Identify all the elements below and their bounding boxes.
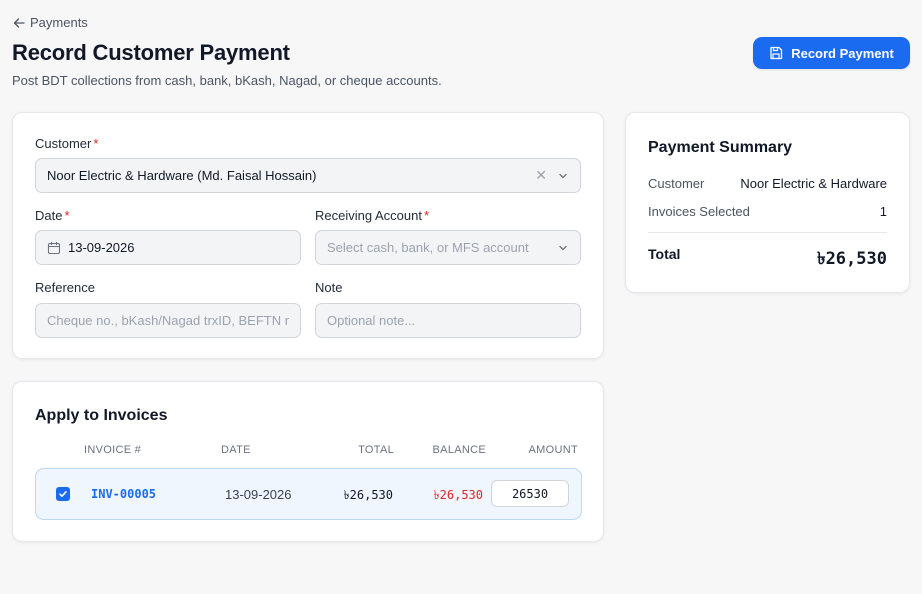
- table-row: INV-00005 13-09-2026 ৳26,530 ৳26,530: [35, 468, 582, 520]
- payment-summary-card: Payment Summary Customer Noor Electric &…: [625, 112, 910, 293]
- receiving-account-select[interactable]: Select cash, bank, or MFS account: [315, 230, 581, 265]
- invoice-date: 13-09-2026: [225, 487, 292, 502]
- record-payment-button[interactable]: Record Payment: [753, 37, 910, 69]
- column-header-date: DATE: [221, 444, 251, 456]
- page-subtitle: Post BDT collections from cash, bank, bK…: [12, 73, 442, 88]
- summary-customer-label: Customer: [648, 176, 705, 191]
- back-link-label: Payments: [30, 15, 88, 30]
- reference-input[interactable]: Cheque no., bKash/Nagad trxID, BEFTN ref: [35, 303, 301, 338]
- reference-placeholder: Cheque no., bKash/Nagad trxID, BEFTN ref: [47, 313, 289, 328]
- receiving-account-placeholder: Select cash, bank, or MFS account: [327, 240, 529, 255]
- invoice-number-link[interactable]: INV-00005: [91, 487, 156, 501]
- column-header-total: TOTAL: [358, 444, 394, 456]
- chevron-down-icon: [559, 173, 567, 178]
- apply-invoices-card: Apply to Invoices INVOICE # DATE TOTAL B…: [12, 381, 604, 542]
- column-header-invoice: INVOICE #: [84, 444, 142, 456]
- customer-label: Customer *: [35, 136, 99, 151]
- invoice-balance: ৳26,530: [433, 488, 483, 502]
- chevron-down-icon: [559, 245, 567, 250]
- summary-total-value: ৳26,530: [817, 249, 887, 269]
- reference-label: Reference: [35, 280, 95, 295]
- note-placeholder: Optional note...: [327, 313, 416, 328]
- calendar-icon: [47, 241, 61, 254]
- note-input[interactable]: Optional note...: [315, 303, 581, 338]
- page-title: Record Customer Payment: [12, 40, 290, 65]
- note-label: Note: [315, 280, 343, 295]
- amount-input[interactable]: [491, 480, 569, 507]
- customer-select-value: Noor Electric & Hardware (Md. Faisal Hos…: [47, 168, 317, 183]
- column-header-balance: BALANCE: [432, 444, 486, 456]
- customer-select[interactable]: Noor Electric & Hardware (Md. Faisal Hos…: [35, 158, 581, 193]
- arrow-left-icon: [13, 17, 25, 28]
- receiving-account-label: Receiving Account *: [315, 208, 430, 223]
- date-label: Date *: [35, 208, 70, 223]
- invoices-title: Apply to Invoices: [35, 407, 168, 424]
- column-header-amount: AMOUNT: [528, 444, 578, 456]
- check-icon: [59, 491, 67, 497]
- summary-invoices-label: Invoices Selected: [648, 204, 750, 219]
- invoice-total: ৳26,530: [343, 488, 393, 502]
- payment-form-card: Customer * Noor Electric & Hardware (Md. …: [12, 112, 604, 359]
- summary-divider: [648, 232, 887, 233]
- save-icon: [770, 46, 783, 60]
- summary-customer-value: Noor Electric & Hardware: [740, 176, 887, 191]
- close-icon[interactable]: ✕: [535, 167, 547, 184]
- summary-invoices-value: 1: [879, 204, 887, 219]
- date-field[interactable]: 13-09-2026: [35, 230, 301, 265]
- invoice-select-checkbox[interactable]: [56, 487, 70, 501]
- summary-total-label: Total: [648, 246, 681, 262]
- date-field-value: 13-09-2026: [68, 240, 135, 255]
- back-link[interactable]: Payments: [13, 15, 88, 30]
- summary-title: Payment Summary: [648, 139, 793, 156]
- record-payment-label: Record Payment: [791, 45, 894, 61]
